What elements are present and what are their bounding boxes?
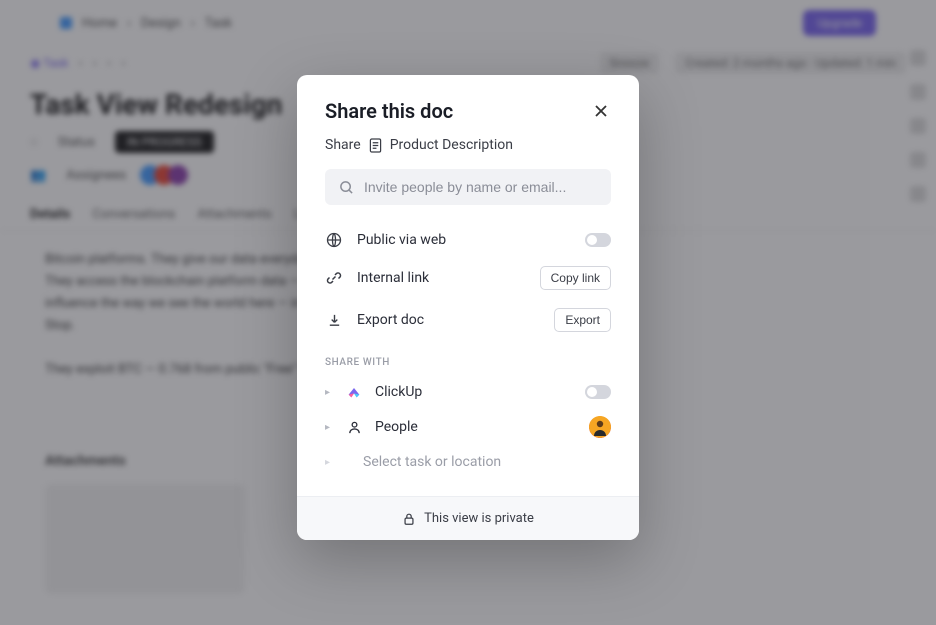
clickup-icon <box>345 384 363 400</box>
invite-input[interactable] <box>364 179 597 195</box>
select-task-label: Select task or location <box>363 454 611 470</box>
modal-title: Share this doc <box>325 99 611 123</box>
caret-right-icon: ▸ <box>325 387 333 398</box>
footer-text: This view is private <box>424 511 534 526</box>
public-web-label: Public via web <box>357 232 571 248</box>
invite-search[interactable] <box>325 169 611 205</box>
search-icon <box>339 180 354 195</box>
export-doc-label: Export doc <box>357 312 540 328</box>
modal-footer: This view is private <box>297 496 639 540</box>
select-task-row[interactable]: ▸ Select task or location <box>325 446 611 478</box>
share-clickup-label: ClickUp <box>375 384 573 400</box>
share-people-label: People <box>375 419 577 435</box>
export-doc-row: Export doc Export <box>325 299 611 341</box>
avatar <box>589 416 611 438</box>
internal-link-row: Internal link Copy link <box>325 257 611 299</box>
internal-link-label: Internal link <box>357 270 526 286</box>
caret-right-icon: ▸ <box>325 422 333 433</box>
link-icon <box>325 270 343 286</box>
public-web-row: Public via web <box>325 223 611 257</box>
doc-icon <box>369 138 382 153</box>
share-people-row[interactable]: ▸ People <box>325 408 611 446</box>
public-web-toggle[interactable] <box>585 233 611 247</box>
lock-icon <box>402 512 416 526</box>
person-icon <box>345 420 363 435</box>
share-clickup-toggle[interactable] <box>585 385 611 399</box>
breadcrumb-share: Share <box>325 137 361 153</box>
export-button[interactable]: Export <box>554 308 611 332</box>
caret-right-icon: ▸ <box>325 457 333 468</box>
close-icon[interactable] <box>591 101 611 121</box>
share-clickup-row[interactable]: ▸ ClickUp <box>325 376 611 408</box>
breadcrumb-doc-name: Product Description <box>390 137 513 153</box>
breadcrumb: Share Product Description <box>325 137 611 153</box>
download-icon <box>325 313 343 328</box>
globe-icon <box>325 232 343 248</box>
copy-link-button[interactable]: Copy link <box>540 266 611 290</box>
share-modal: Share this doc Share Product Description… <box>297 75 639 540</box>
share-with-header: SHARE WITH <box>325 357 611 368</box>
